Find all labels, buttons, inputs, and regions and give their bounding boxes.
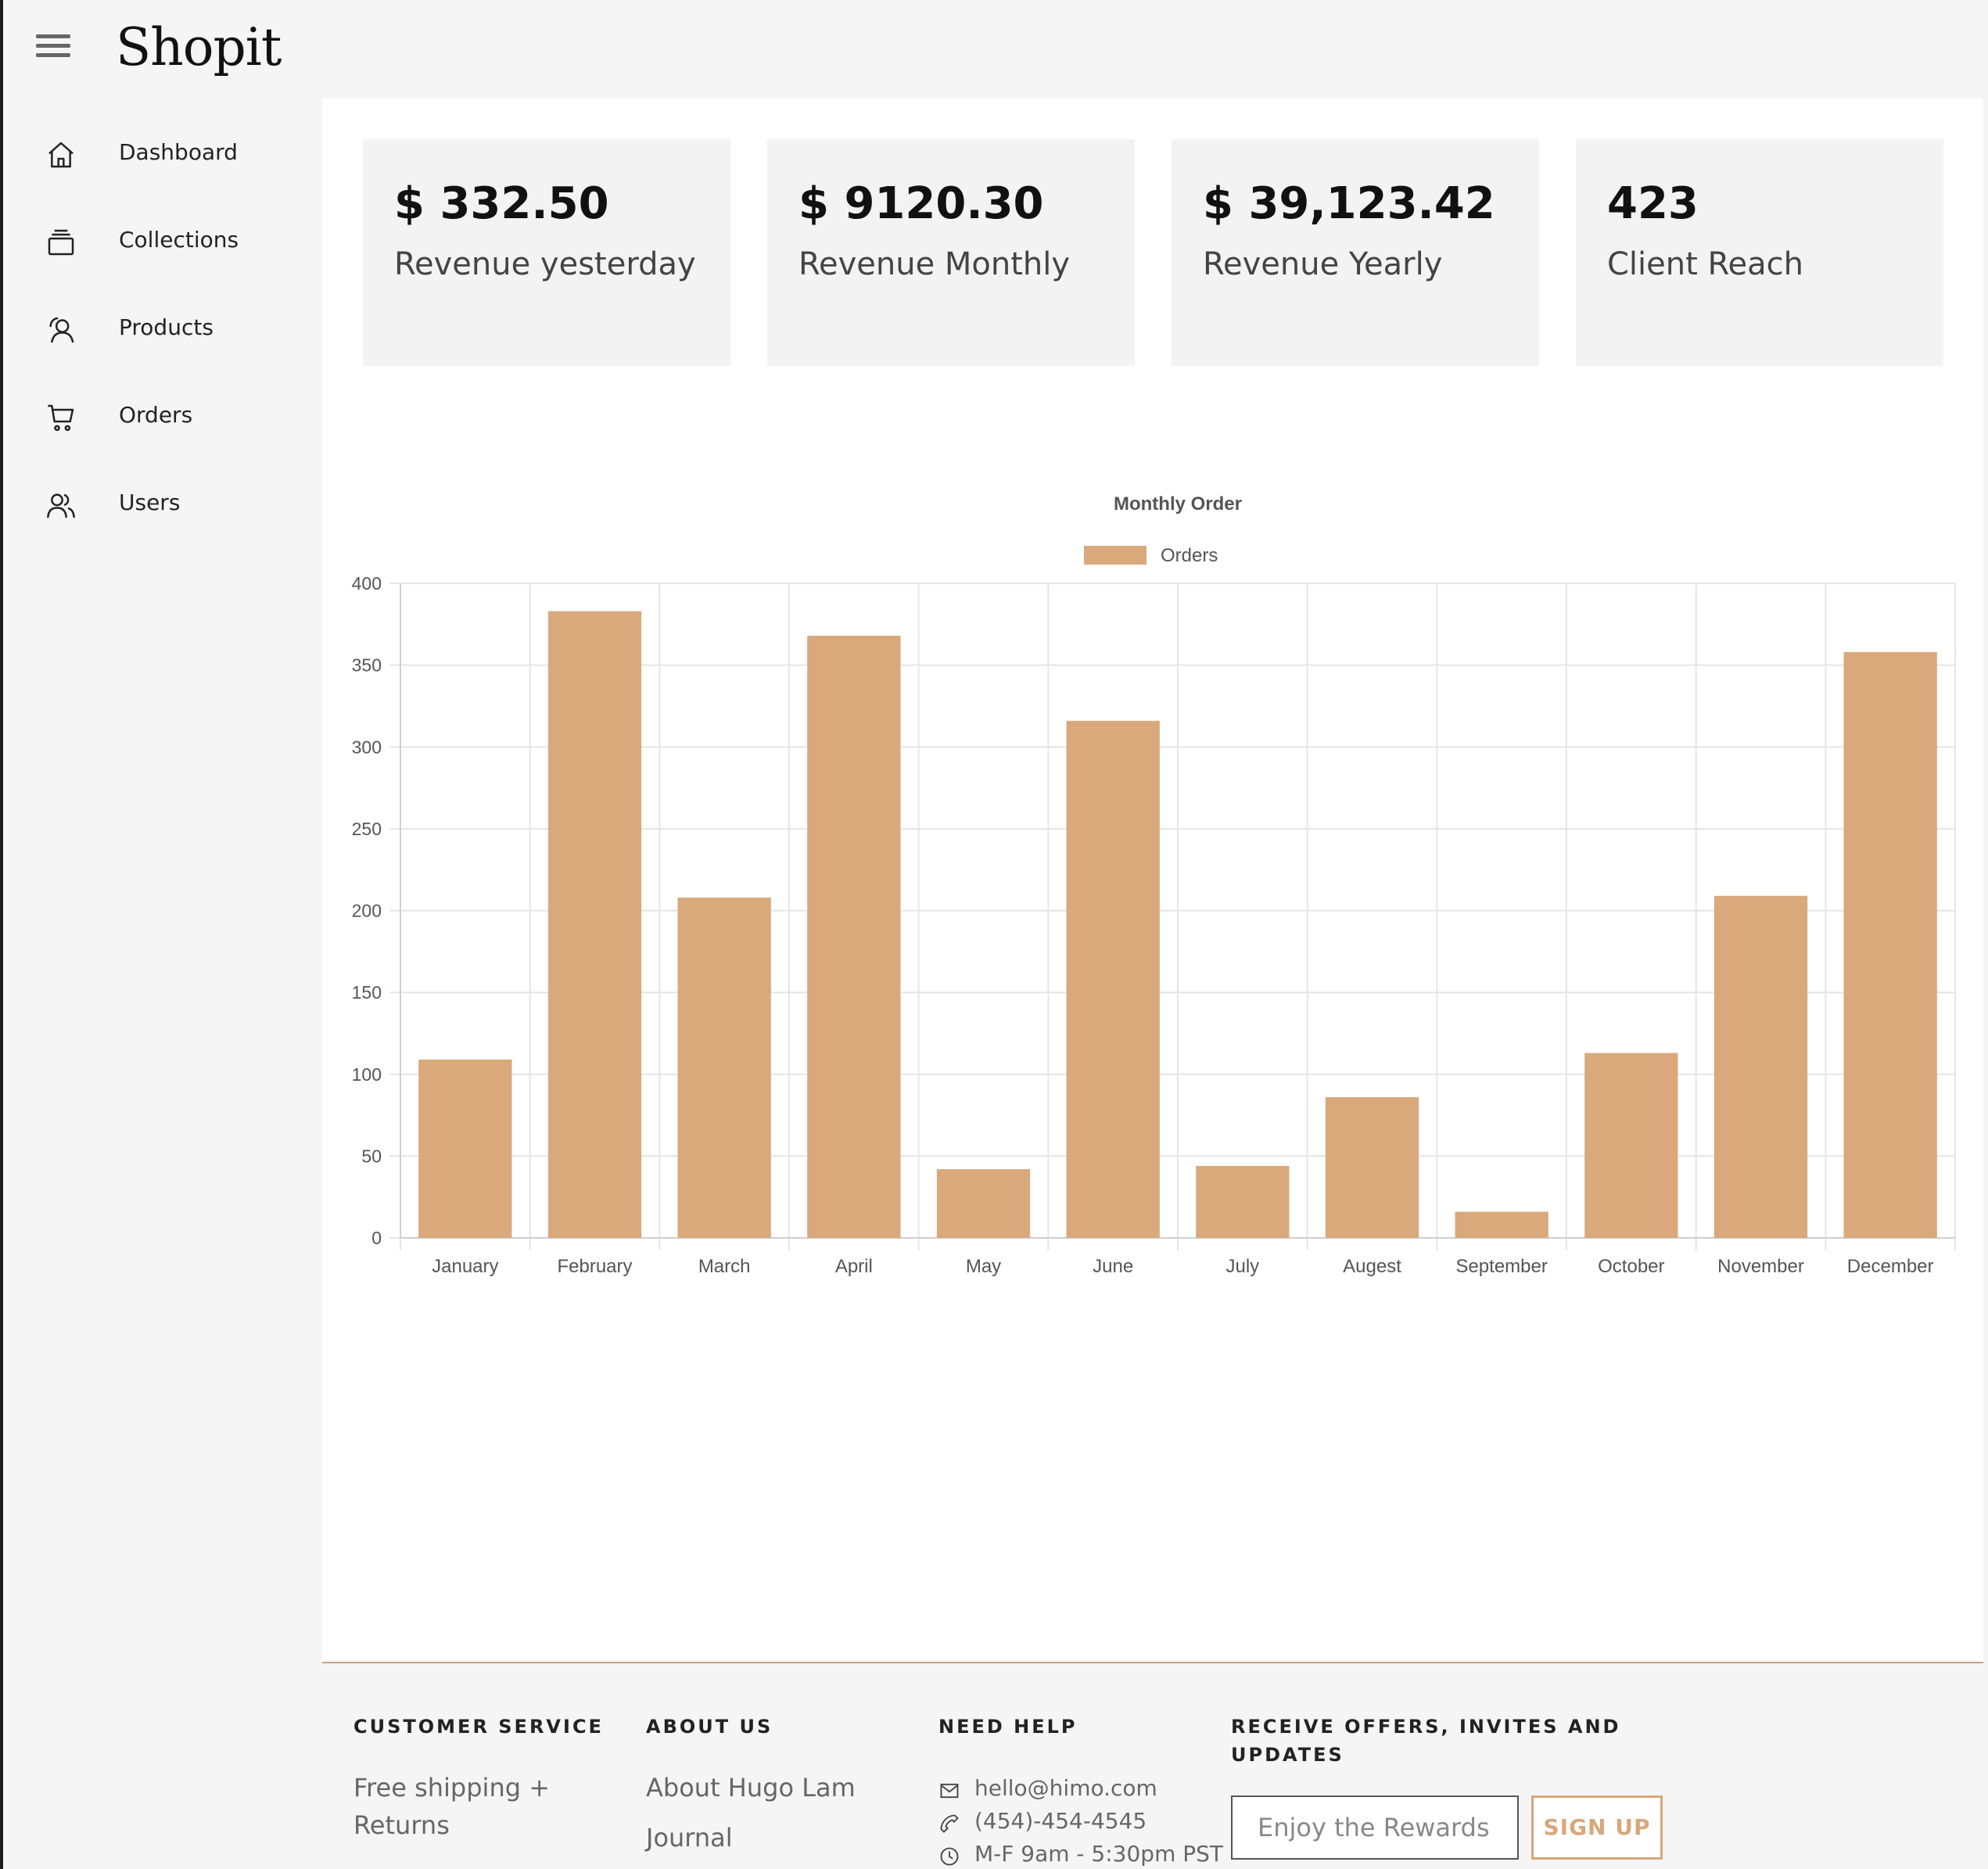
- stat-card-revenue-yearly: $ 39,123.42 Revenue Yearly: [1172, 139, 1539, 366]
- x-tick-label: July: [1225, 1256, 1259, 1277]
- hamburger-menu-icon[interactable]: [36, 34, 70, 63]
- dashboard-panel: $ 332.50 Revenue yesterday $ 9120.30 Rev…: [322, 99, 1983, 1662]
- sidebar-item-orders[interactable]: Orders: [0, 386, 321, 449]
- collections-icon: [48, 229, 74, 256]
- mail-icon: [940, 1783, 959, 1799]
- y-tick-label: 50: [361, 1146, 382, 1166]
- legend-swatch-orders: [1084, 546, 1147, 565]
- stat-value: 423: [1607, 178, 1699, 229]
- bar-november: [1713, 895, 1808, 1238]
- bar-december: [1843, 651, 1937, 1238]
- footer-link-free-shipping[interactable]: Free shipping +: [353, 1769, 550, 1806]
- x-tick-label: May: [966, 1256, 1001, 1277]
- y-tick-label: 350: [352, 655, 382, 676]
- stat-value: $ 39,123.42: [1203, 178, 1495, 229]
- sidebar-item-users[interactable]: Users: [0, 474, 321, 536]
- sidebar-item-label: Collections: [119, 227, 239, 253]
- x-tick-label: March: [698, 1256, 751, 1277]
- x-tick-label: September: [1455, 1256, 1547, 1277]
- bar-april: [807, 635, 901, 1238]
- x-tick-label: February: [557, 1256, 632, 1277]
- y-tick-label: 0: [371, 1228, 382, 1248]
- footer-customer-service-title: CUSTOMER SERVICE: [353, 1716, 604, 1738]
- stat-label: Revenue Monthly: [798, 246, 1071, 282]
- sidebar-item-label: Products: [119, 314, 214, 340]
- footer-newsletter-title-line2: UPDATES: [1231, 1744, 1344, 1766]
- page-root: Shopit Dashboard Collections Products Or…: [0, 0, 1988, 1869]
- footer-email-text: hello@himo.com: [974, 1775, 1157, 1801]
- products-icon: [49, 317, 74, 343]
- window-edge: [0, 0, 3, 1869]
- stat-value: $ 9120.30: [798, 178, 1044, 229]
- x-tick-label: June: [1093, 1256, 1133, 1277]
- y-tick-label: 250: [352, 819, 382, 839]
- y-tick-label: 300: [352, 737, 382, 757]
- footer-link-journal[interactable]: Journal: [646, 1819, 733, 1856]
- footer-link-returns[interactable]: Returns: [353, 1806, 450, 1844]
- cart-icon: [48, 404, 74, 432]
- sidebar-item-label: Dashboard: [119, 139, 238, 165]
- footer-phone-text: (454)-454-4545: [974, 1808, 1147, 1834]
- y-tick-label: 100: [352, 1064, 382, 1085]
- bar-may: [936, 1169, 1031, 1238]
- x-tick-label: January: [432, 1256, 498, 1277]
- stat-label: Revenue Yearly: [1203, 246, 1443, 282]
- sign-up-button[interactable]: SIGN UP: [1531, 1795, 1663, 1860]
- footer-hours-text: M-F 9am - 5:30pm PST: [974, 1841, 1224, 1867]
- sidebar-item-label: Users: [119, 490, 181, 515]
- sidebar-item-dashboard[interactable]: Dashboard: [0, 124, 321, 186]
- footer-about-us-title: ABOUT US: [646, 1716, 773, 1738]
- footer-divider: [322, 1662, 1983, 1663]
- stat-card-client-reach: 423 Client Reach: [1576, 139, 1943, 366]
- bar-january: [418, 1059, 512, 1238]
- y-tick-label: 150: [352, 982, 382, 1003]
- stat-label: Client Reach: [1607, 246, 1803, 282]
- stat-card-revenue-yesterday: $ 332.50 Revenue yesterday: [363, 139, 730, 366]
- phone-icon: [940, 1814, 959, 1833]
- x-tick-label: Augest: [1343, 1256, 1401, 1277]
- x-tick-label: October: [1598, 1256, 1664, 1277]
- footer-newsletter-title: RECEIVE OFFERS, INVITES AND: [1231, 1716, 1621, 1738]
- home-icon: [48, 142, 74, 168]
- app-logo[interactable]: Shopit: [116, 17, 282, 77]
- stat-label: Revenue yesterday: [394, 246, 696, 282]
- legend-label-orders: Orders: [1161, 545, 1218, 566]
- sidebar-item-collections[interactable]: Collections: [0, 211, 321, 274]
- newsletter-email-input[interactable]: Enjoy the Rewards: [1231, 1795, 1519, 1860]
- x-tick-label: November: [1717, 1256, 1804, 1277]
- sidebar-item-label: Orders: [119, 402, 193, 428]
- bar-september: [1455, 1211, 1548, 1238]
- bar-june: [1066, 720, 1160, 1238]
- footer-need-help-title: NEED HELP: [938, 1716, 1078, 1738]
- chart-canvas: Monthly Order Orders 0 50 100 150 200 250 300 350…: [352, 493, 1956, 1277]
- chart-title: Monthly Order: [1114, 493, 1242, 515]
- stat-card-revenue-monthly: $ 9120.30 Revenue Monthly: [767, 139, 1135, 366]
- users-icon: [47, 493, 75, 518]
- monthly-order-chart: Monthly Order Orders 0 50 100 150 200 250 300 350…: [322, 388, 1983, 1287]
- y-tick-label: 400: [352, 573, 382, 594]
- x-tick-label: December: [1847, 1256, 1934, 1277]
- bar-augest: [1325, 1097, 1419, 1238]
- bar-march: [677, 897, 771, 1238]
- bar-october: [1584, 1053, 1678, 1238]
- footer-link-about[interactable]: About Hugo Lam: [646, 1769, 856, 1806]
- bar-july: [1196, 1165, 1290, 1238]
- y-tick-label: 200: [352, 901, 382, 921]
- bar-february: [547, 611, 642, 1238]
- clock-icon: [940, 1847, 959, 1866]
- stat-value: $ 332.50: [394, 178, 609, 229]
- sidebar-item-products[interactable]: Products: [0, 299, 321, 361]
- x-tick-label: April: [835, 1256, 873, 1277]
